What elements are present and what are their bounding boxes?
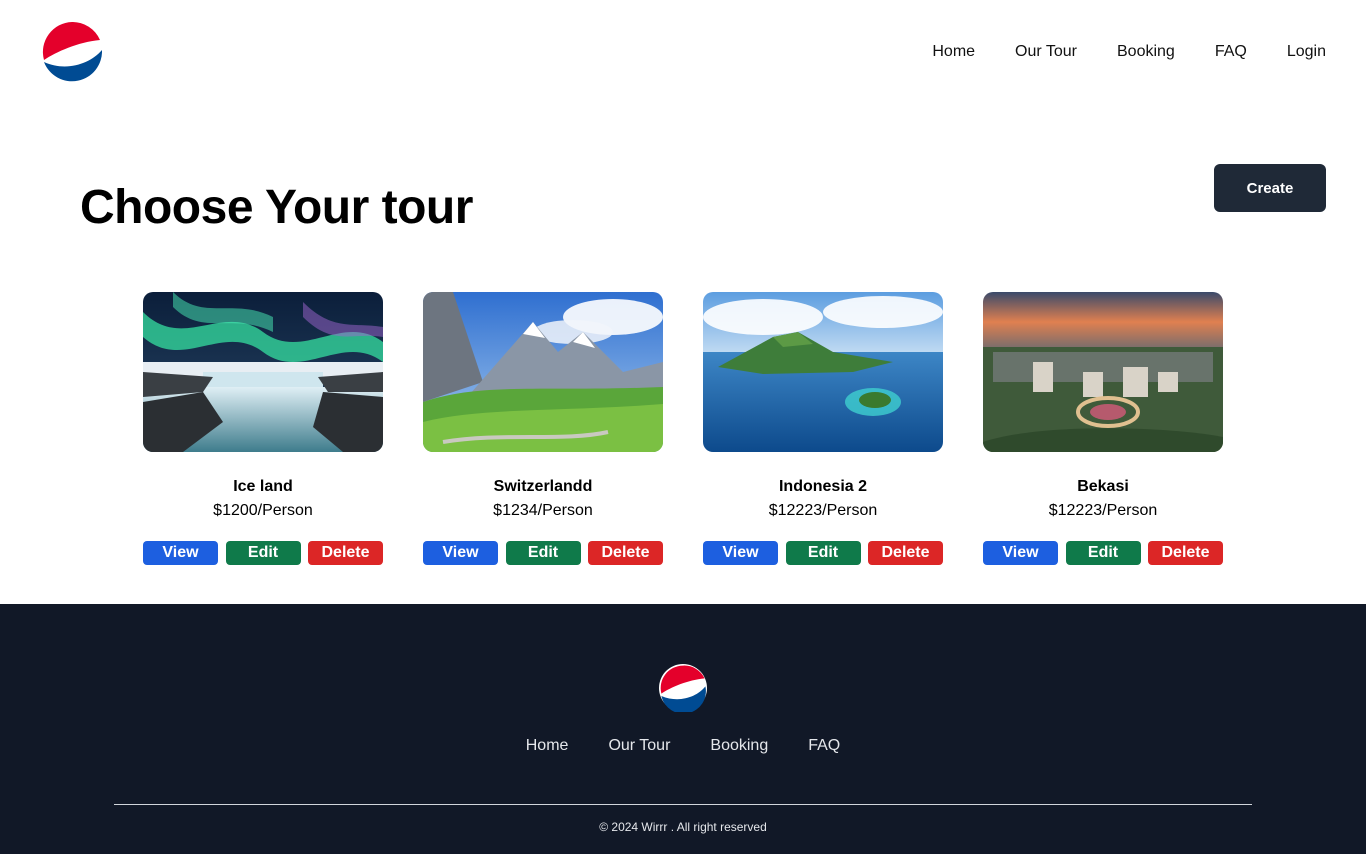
tour-image-city-roundabout xyxy=(983,292,1223,452)
footer-nav-booking[interactable]: Booking xyxy=(710,737,768,755)
tour-actions: View Edit Delete xyxy=(703,541,943,565)
nav-home[interactable]: Home xyxy=(932,43,975,61)
tour-name: Switzerlandd xyxy=(493,478,593,495)
tour-image-alpine-valley xyxy=(423,292,663,452)
tour-actions: View Edit Delete xyxy=(143,541,383,565)
tour-actions: View Edit Delete xyxy=(983,541,1223,565)
edit-button[interactable]: Edit xyxy=(225,541,301,565)
tour-price: $1234/Person xyxy=(493,502,593,519)
edit-button[interactable]: Edit xyxy=(1065,541,1141,565)
edit-button[interactable]: Edit xyxy=(785,541,861,565)
nav-our-tour[interactable]: Our Tour xyxy=(1015,43,1077,61)
tour-card: Switzerlandd $1234/Person View Edit Dele… xyxy=(423,292,663,565)
tour-card-list: Ice land $1200/Person View Edit Delete S… xyxy=(143,292,1223,565)
footer-nav-our-tour[interactable]: Our Tour xyxy=(608,737,670,755)
view-button[interactable]: View xyxy=(423,541,498,565)
footer-nav-faq[interactable]: FAQ xyxy=(808,737,840,755)
view-button[interactable]: View xyxy=(983,541,1058,565)
footer-nav: Home Our Tour Booking FAQ xyxy=(0,737,1366,755)
create-button[interactable]: Create xyxy=(1214,164,1326,212)
copyright-text: © 2024 Wirrr . All right reserved xyxy=(599,820,767,834)
page-title: Choose Your tour xyxy=(80,181,473,234)
site-footer: Home Our Tour Booking FAQ © 2024 Wirrr .… xyxy=(0,604,1366,854)
tour-name: Indonesia 2 xyxy=(778,478,868,495)
tour-card: Indonesia 2 $12223/Person View Edit Dele… xyxy=(703,292,943,565)
tour-price: $12223/Person xyxy=(1048,502,1158,519)
tour-image-aurora-waterfall xyxy=(143,292,383,452)
tour-card: Bekasi $12223/Person View Edit Delete xyxy=(983,292,1223,565)
main-nav: Home Our Tour Booking FAQ Login xyxy=(892,43,1326,61)
delete-button[interactable]: Delete xyxy=(588,541,663,565)
nav-booking[interactable]: Booking xyxy=(1117,43,1175,61)
nav-faq[interactable]: FAQ xyxy=(1215,43,1247,61)
view-button[interactable]: View xyxy=(703,541,778,565)
tour-price: $12223/Person xyxy=(768,502,878,519)
view-button[interactable]: View xyxy=(143,541,218,565)
tour-name: Bekasi xyxy=(1077,478,1129,495)
footer-divider xyxy=(114,804,1252,805)
tour-price: $1200/Person xyxy=(213,502,313,519)
delete-button[interactable]: Delete xyxy=(868,541,943,565)
footer-nav-home[interactable]: Home xyxy=(526,737,569,755)
pepsi-logo-icon[interactable] xyxy=(659,664,707,714)
pepsi-logo-icon[interactable] xyxy=(42,21,103,82)
nav-login[interactable]: Login xyxy=(1287,43,1326,61)
tour-actions: View Edit Delete xyxy=(423,541,663,565)
tour-image-tropical-island xyxy=(703,292,943,452)
delete-button[interactable]: Delete xyxy=(308,541,383,565)
tour-name: Ice land xyxy=(233,478,293,495)
edit-button[interactable]: Edit xyxy=(505,541,581,565)
site-header: Home Our Tour Booking FAQ Login xyxy=(0,0,1366,110)
delete-button[interactable]: Delete xyxy=(1148,541,1223,565)
tour-card: Ice land $1200/Person View Edit Delete xyxy=(143,292,383,565)
